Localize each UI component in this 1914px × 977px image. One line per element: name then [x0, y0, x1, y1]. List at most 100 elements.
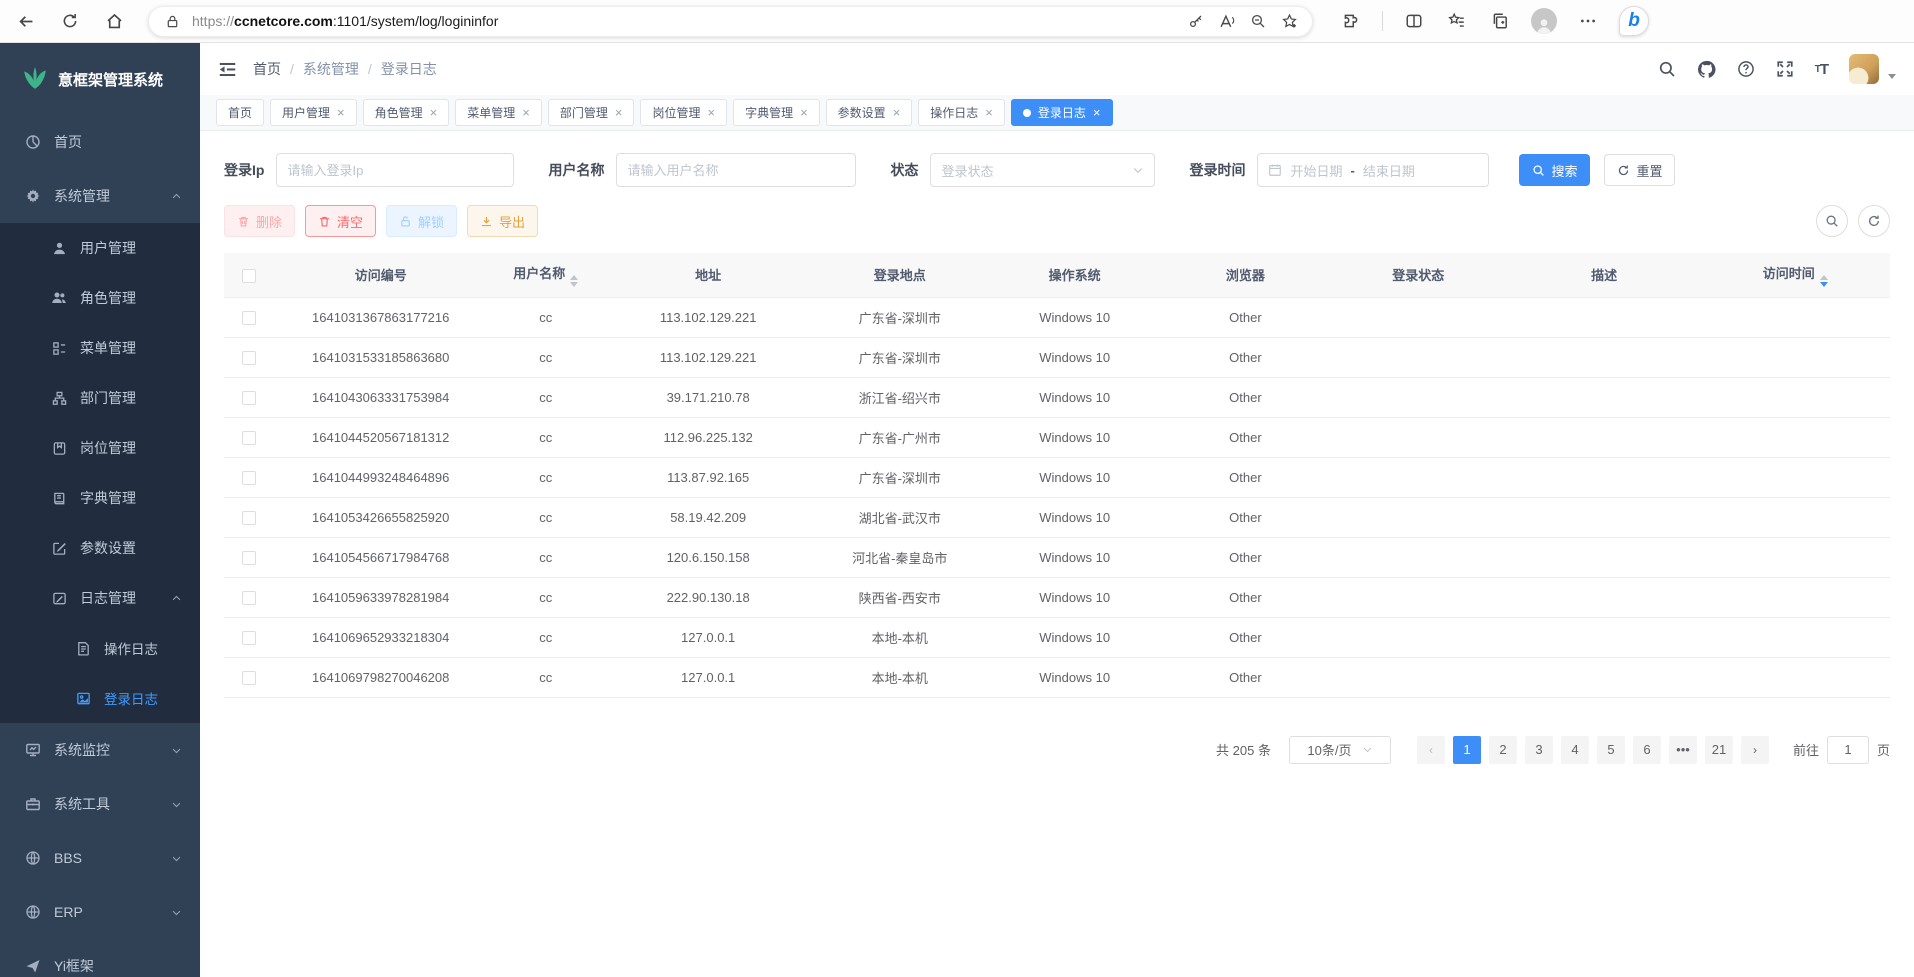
sort-carets-icon[interactable]	[1820, 275, 1828, 287]
close-tab-icon[interactable]: ×	[893, 106, 901, 119]
extensions-icon[interactable]	[1339, 9, 1363, 33]
read-aloud-icon[interactable]	[1216, 10, 1238, 32]
back-icon[interactable]	[14, 9, 38, 33]
sidebar-item-login-log[interactable]: 登录日志	[0, 673, 200, 723]
clear-button[interactable]: 清空	[305, 205, 376, 237]
view-tab[interactable]: 字典管理 ×	[733, 99, 820, 126]
view-tab[interactable]: 岗位管理 ×	[640, 99, 727, 126]
page-button[interactable]: 1	[1453, 736, 1481, 764]
font-size-icon[interactable]: TT	[1815, 61, 1828, 78]
show-search-toggle-icon[interactable]	[1816, 205, 1848, 237]
table-row[interactable]: 1641054566717984768 cc 120.6.150.158 河北省…	[224, 537, 1890, 577]
site-info-lock-icon[interactable]	[161, 10, 183, 32]
sort-carets-icon[interactable]	[570, 275, 578, 287]
breadcrumb-home[interactable]: 首页	[253, 59, 281, 79]
collapse-sidebar-icon[interactable]	[218, 60, 237, 79]
row-checkbox[interactable]	[242, 391, 256, 405]
table-row[interactable]: 1641044993248464896 cc 113.87.92.165 广东省…	[224, 457, 1890, 497]
login-ip-input[interactable]	[276, 153, 514, 187]
close-tab-icon[interactable]: ×	[985, 106, 993, 119]
unlock-button[interactable]: 解锁	[386, 205, 457, 237]
sidebar-item-dept-mgmt[interactable]: 部门管理	[0, 373, 200, 423]
table-row[interactable]: 1641031367863177216 cc 113.102.129.221 广…	[224, 297, 1890, 337]
table-row[interactable]: 1641053426655825920 cc 58.19.42.209 湖北省-…	[224, 497, 1890, 537]
sidebar-item-erp[interactable]: ERP	[0, 885, 200, 939]
refresh-icon[interactable]	[58, 9, 82, 33]
collections-icon[interactable]	[1488, 9, 1512, 33]
favorites-bar-icon[interactable]	[1445, 9, 1469, 33]
row-checkbox[interactable]	[242, 631, 256, 645]
sidebar-item-tools[interactable]: 系统工具	[0, 777, 200, 831]
breadcrumb-system[interactable]: 系统管理	[303, 59, 359, 79]
row-checkbox[interactable]	[242, 351, 256, 365]
bing-chat-icon[interactable]: b	[1619, 6, 1649, 36]
search-button[interactable]: 搜索	[1519, 154, 1590, 186]
sidebar-item-menu-mgmt[interactable]: 菜单管理	[0, 323, 200, 373]
row-checkbox[interactable]	[242, 671, 256, 685]
col-header-user-name[interactable]: 用户名称	[487, 253, 604, 297]
row-checkbox[interactable]	[242, 311, 256, 325]
date-range-picker[interactable]: 开始日期 - 结束日期	[1257, 153, 1489, 187]
user-name-input[interactable]	[616, 153, 856, 187]
row-checkbox[interactable]	[242, 591, 256, 605]
close-tab-icon[interactable]: ×	[615, 106, 623, 119]
delete-button[interactable]: 删除	[224, 205, 295, 237]
close-tab-icon[interactable]: ×	[337, 106, 345, 119]
select-all-checkbox[interactable]	[242, 269, 256, 283]
view-tab[interactable]: 登录日志 ×	[1011, 99, 1113, 126]
row-checkbox[interactable]	[242, 551, 256, 565]
table-row[interactable]: 1641059633978281984 cc 222.90.130.18 陕西省…	[224, 577, 1890, 617]
row-checkbox[interactable]	[242, 471, 256, 485]
goto-page-input[interactable]	[1827, 736, 1869, 764]
close-tab-icon[interactable]: ×	[522, 106, 530, 119]
page-size-select[interactable]: 10条/页	[1289, 736, 1391, 764]
page-button[interactable]: 6	[1633, 736, 1661, 764]
sidebar-item-user-mgmt[interactable]: 用户管理	[0, 223, 200, 273]
user-avatar[interactable]	[1849, 54, 1879, 84]
prev-page-icon[interactable]: ‹	[1417, 736, 1445, 764]
github-icon[interactable]	[1697, 60, 1716, 79]
help-icon[interactable]	[1737, 60, 1755, 78]
view-tab[interactable]: 角色管理 ×	[363, 99, 450, 126]
browser-profile-avatar[interactable]	[1531, 8, 1557, 34]
table-row[interactable]: 1641043063331753984 cc 39.171.210.78 浙江省…	[224, 377, 1890, 417]
page-button[interactable]: 3	[1525, 736, 1553, 764]
table-row[interactable]: 1641069798270046208 cc 127.0.0.1 本地-本机 W…	[224, 657, 1890, 697]
export-button[interactable]: 导出	[467, 205, 538, 237]
row-checkbox[interactable]	[242, 431, 256, 445]
sidebar-item-post-mgmt[interactable]: 岗位管理	[0, 423, 200, 473]
sidebar-item-dict-mgmt[interactable]: 字典管理	[0, 473, 200, 523]
table-row[interactable]: 1641031533185863680 cc 113.102.129.221 广…	[224, 337, 1890, 377]
sidebar-item-role-mgmt[interactable]: 角色管理	[0, 273, 200, 323]
next-page-icon[interactable]: ›	[1741, 736, 1769, 764]
sidebar-item-system[interactable]: 系统管理	[0, 169, 200, 223]
address-bar[interactable]: https://ccnetcore.com:1101/system/log/lo…	[148, 6, 1313, 37]
page-button[interactable]: 21	[1705, 736, 1733, 764]
row-checkbox[interactable]	[242, 511, 256, 525]
sidebar-item-yi-framework[interactable]: Yi框架	[0, 939, 200, 977]
fullscreen-icon[interactable]	[1776, 60, 1794, 78]
zoom-out-icon[interactable]	[1247, 10, 1269, 32]
table-row[interactable]: 1641069652933218304 cc 127.0.0.1 本地-本机 W…	[224, 617, 1890, 657]
sidebar-item-param-settings[interactable]: 参数设置	[0, 523, 200, 573]
close-tab-icon[interactable]: ×	[430, 106, 438, 119]
view-tab[interactable]: 操作日志 ×	[918, 99, 1005, 126]
sidebar-item-bbs[interactable]: BBS	[0, 831, 200, 885]
close-tab-icon[interactable]: ×	[1093, 106, 1101, 119]
view-tab[interactable]: 参数设置 ×	[826, 99, 913, 126]
status-select[interactable]: 登录状态	[930, 153, 1155, 187]
reset-button[interactable]: 重置	[1604, 154, 1675, 186]
table-row[interactable]: 1641044520567181312 cc 112.96.225.132 广东…	[224, 417, 1890, 457]
sidebar-item-home[interactable]: 首页	[0, 115, 200, 169]
sidebar-item-log-mgmt[interactable]: 日志管理	[0, 573, 200, 623]
page-button[interactable]: 2	[1489, 736, 1517, 764]
view-tab[interactable]: 首页	[216, 99, 264, 126]
col-header-visit-time[interactable]: 访问时间	[1700, 253, 1890, 297]
app-logo-row[interactable]: 意框架管理系统	[0, 43, 200, 115]
close-tab-icon[interactable]: ×	[707, 106, 715, 119]
page-button[interactable]: 4	[1561, 736, 1589, 764]
refresh-table-icon[interactable]	[1858, 205, 1890, 237]
page-button[interactable]: 5	[1597, 736, 1625, 764]
sidebar-item-operation-log[interactable]: 操作日志	[0, 623, 200, 673]
home-icon[interactable]	[102, 9, 126, 33]
